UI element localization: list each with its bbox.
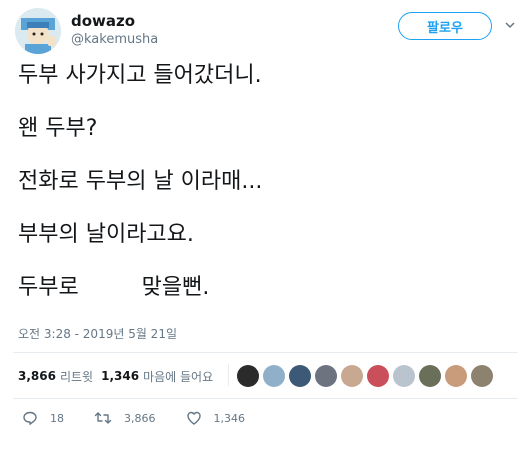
tweet-header: dowazo @kakemusha 팔로우 [15,8,515,54]
tweet-line: 두부 사가지고 들어갔더니. [18,63,262,88]
liker-avatar[interactable] [237,365,259,387]
retweet-icon [94,412,112,424]
divider [13,398,518,399]
liker-avatar[interactable] [419,365,441,387]
liker-avatar[interactable] [445,365,467,387]
likes-count: 1,346 [101,369,140,383]
reply-count: 18 [50,411,64,425]
user-handle[interactable]: @kakemusha [71,32,158,47]
tweet-actions: 18 3,866 1,346 [22,409,275,427]
chevron-down-icon[interactable] [505,20,515,30]
tweet-text: 두부 사가지고 들어갔더니. 왠 두부? 전화로 두부의 날 이라매... 부부… [18,62,513,327]
retweet-count: 3,866 [124,411,156,425]
liker-avatar[interactable] [289,365,311,387]
liker-avatar[interactable] [471,365,493,387]
retweets-count: 3,866 [18,369,56,383]
follow-button[interactable]: 팔로우 [398,12,492,40]
like-stat[interactable]: 1,346 마음에 들어요 [101,368,213,385]
likes-label: 마음에 들어요 [143,369,214,384]
display-name[interactable]: dowazo [71,12,135,30]
heart-icon [186,411,201,425]
tweet-timestamp[interactable]: 오전 3:28 - 2019년 5월 21일 [18,325,177,342]
divider [228,364,229,386]
liker-avatar[interactable] [367,365,389,387]
avatar[interactable] [15,8,61,54]
liker-avatars [237,362,497,390]
tweet-line: 두부로 맞을뻔. [18,275,210,300]
retweet-action[interactable]: 3,866 [94,410,156,426]
liker-avatar[interactable] [315,365,337,387]
tweet-line: 전화로 두부의 날 이라매... [18,169,263,194]
like-count: 1,346 [213,411,246,425]
reply-action[interactable]: 18 [22,410,64,426]
tweet-stats: 3,866 리트윗 1,346 마음에 들어요 [18,362,221,390]
liker-avatar[interactable] [263,365,285,387]
tweet-line: 왠 두부? [18,116,98,141]
tweet-line: 부부의 날이라고요. [18,222,194,247]
like-action[interactable]: 1,346 [186,410,246,426]
divider [13,352,518,353]
reply-icon [23,411,37,425]
liker-avatar[interactable] [393,365,415,387]
retweet-stat[interactable]: 3,866 리트윗 [18,368,93,385]
avatar-illustration [15,8,61,54]
liker-avatar[interactable] [341,365,363,387]
retweets-label: 리트윗 [59,369,94,384]
